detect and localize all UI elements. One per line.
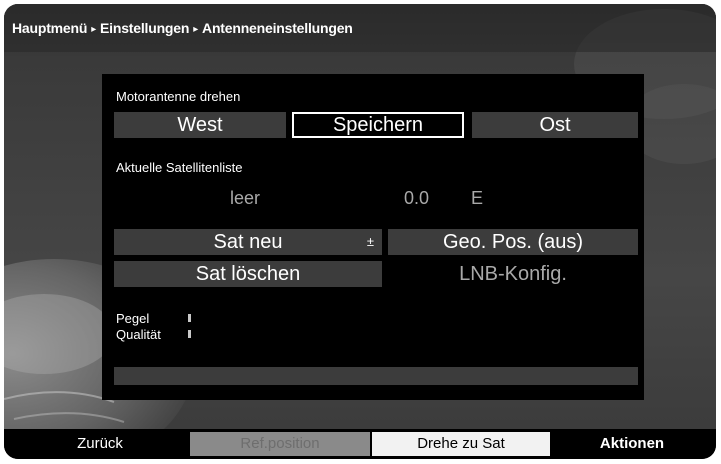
motor-antenna-label: Motorantenne drehen xyxy=(116,89,241,104)
sat-delete-button[interactable]: Sat löschen xyxy=(114,261,382,287)
breadcrumb-item-main-menu[interactable]: Hauptmenü xyxy=(12,20,87,36)
satellite-name-value[interactable]: leer xyxy=(230,188,260,209)
sat-new-label: Sat neu xyxy=(213,231,283,253)
east-button[interactable]: Ost xyxy=(472,112,638,138)
west-button[interactable]: West xyxy=(114,112,286,138)
signal-quality-meter xyxy=(188,330,191,338)
signal-level-label: Pegel xyxy=(116,311,150,326)
footer-back-button[interactable]: Zurück xyxy=(12,432,188,456)
signal-quality-label: Qualität xyxy=(116,327,161,342)
sat-new-button[interactable]: Sat neu ± xyxy=(114,229,382,255)
geo-position-button[interactable]: Geo. Pos. (aus) xyxy=(388,229,638,255)
footer-actions-button[interactable]: Aktionen xyxy=(552,432,712,456)
lnb-config-button[interactable]: LNB-Konfig. xyxy=(388,261,638,287)
tv-screen: Hauptmenü ▸ Einstellungen ▸ Antenneneinstell… xyxy=(4,4,716,459)
save-button[interactable]: Speichern xyxy=(292,112,464,138)
breadcrumb-separator-icon: ▸ xyxy=(193,24,199,35)
footer-turn-to-sat-button[interactable]: Drehe zu Sat xyxy=(372,432,550,456)
breadcrumb-item-antenna-settings: Antenneneinstellungen xyxy=(202,20,353,36)
footer-bar: Zurück Ref.position Drehe zu Sat Aktione… xyxy=(4,429,716,459)
breadcrumb: Hauptmenü ▸ Einstellungen ▸ Antenneneinstell… xyxy=(12,16,353,40)
antenna-settings-panel: Motorantenne drehen West Speichern Ost A… xyxy=(102,74,644,400)
satellite-list-label: Aktuelle Satellitenliste xyxy=(116,160,243,175)
breadcrumb-item-settings[interactable]: Einstellungen xyxy=(100,20,189,36)
info-bar xyxy=(114,367,638,385)
satellite-position-value: 0.0 xyxy=(404,188,430,208)
satellite-direction-value: E xyxy=(471,188,484,208)
signal-level-meter xyxy=(188,314,191,322)
breadcrumb-separator-icon: ▸ xyxy=(91,24,97,35)
plus-minus-icon: ± xyxy=(366,234,374,249)
footer-ref-position-button[interactable]: Ref.position xyxy=(190,432,370,456)
